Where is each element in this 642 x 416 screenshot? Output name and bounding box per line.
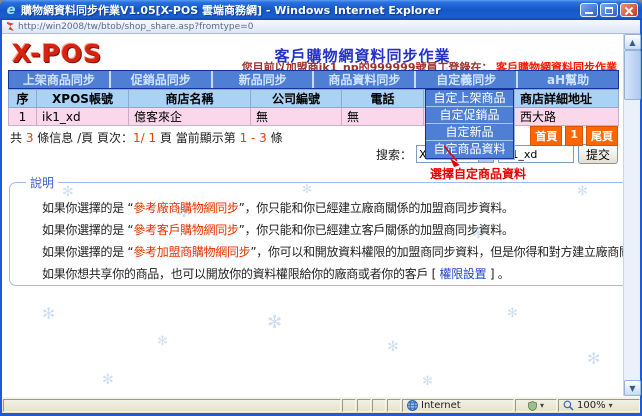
background-sparkle-icon: ✻ [102, 372, 114, 388]
background-sparkle-icon: ✻ [267, 312, 283, 333]
table-row[interactable]: 1 ik1_xd 億客來企 無 無 西大路 [8, 107, 619, 126]
cell-shop-name: 億客來企 [128, 107, 251, 126]
permission-settings-link[interactable]: 權限設置 [440, 267, 487, 281]
menu-item-listed-products-sync[interactable]: 上架商品同步 [9, 71, 111, 88]
zoom-control[interactable]: 100% ▾ [558, 399, 640, 412]
status-pane [372, 399, 386, 412]
customer-sync-term: 參考客戶購物網同步 [133, 223, 239, 237]
title-bar: e 購物網資料同步作業V1.05[X-POS 雲端商務網] - Windows … [0, 0, 642, 20]
chevron-down-icon: ▾ [539, 401, 544, 410]
first-page-button[interactable]: 首頁 [530, 126, 563, 146]
address-bar-icon [7, 22, 14, 31]
globe-icon [407, 400, 418, 411]
close-button[interactable] [620, 3, 638, 17]
background-sparkle-icon: ✻ [387, 339, 399, 355]
maximize-button[interactable] [600, 3, 618, 17]
magnifier-icon [563, 400, 574, 411]
explanation-bullet: 如果你選擇的是 “參考加盟商購物網同步”，你可以和開放資料權限的加盟商同步資料，… [42, 245, 623, 260]
dropdown-item-custom-promo[interactable]: 自定促銷品 [426, 107, 513, 124]
page-1-button[interactable]: 1 [565, 126, 583, 146]
franchisee-sync-term: 參考加盟商購物網同步 [133, 245, 251, 259]
address-bar[interactable]: http://win2008/tw/btob/shop_share.asp?fr… [2, 20, 640, 34]
cell-xpos-account: ik1_xd [36, 107, 129, 126]
vendor-sync-term: 參考廠商購物網同步 [133, 201, 239, 215]
status-pane [342, 399, 356, 412]
xpos-logo: X-POS [12, 39, 103, 68]
menu-item-custom-sync[interactable]: 自定義同步 [416, 71, 519, 88]
browser-window: e 購物網資料同步作業V1.05[X-POS 雲端商務網] - Windows … [0, 0, 642, 416]
status-pane [357, 399, 371, 412]
explanation-legend: 說明 [30, 176, 55, 190]
cell-phone: 無 [341, 107, 424, 126]
ie-logo-icon: e [6, 2, 16, 18]
zone-label: Internet [421, 400, 461, 411]
col-header-xpos-account: XPOS帳號 [36, 89, 129, 108]
background-sparkle-icon: ✻ [42, 304, 56, 323]
annotation-text: 選擇自定商品資料 [430, 167, 527, 181]
zoom-level: 100% [577, 400, 606, 411]
dropdown-item-custom-listed[interactable]: 自定上架商品 [426, 90, 513, 107]
last-page-button[interactable]: 尾頁 [586, 126, 618, 146]
explanation-bullet: 如果你選擇的是 “參考廠商購物網同步”，你只能和你已經建立廠商關係的加盟商同步資… [42, 201, 623, 216]
scrollbar-thumb[interactable] [624, 50, 641, 100]
menu-item-product-data-sync[interactable]: 商品資料同步 [314, 71, 417, 88]
col-header-phone: 電話 [341, 89, 424, 108]
scroll-up-icon[interactable]: ▲ [624, 34, 641, 50]
col-header-company-id: 公司編號 [250, 89, 342, 108]
shops-table: 序 XPOS帳號 商店名稱 公司編號 電話 商店詳細地址 1 ik1_xd 億客… [8, 89, 619, 126]
cell-index: 1 [8, 107, 37, 126]
menu-item-new-products-sync[interactable]: 新品同步 [213, 71, 315, 88]
vertical-scrollbar[interactable]: ▲ ▼ [623, 34, 641, 396]
scroll-down-icon[interactable]: ▼ [624, 380, 641, 396]
dropdown-item-custom-new[interactable]: 自定新品 [426, 124, 513, 141]
chevron-down-icon: ▾ [608, 401, 613, 410]
status-pane [387, 399, 401, 412]
shield-icon [528, 400, 537, 411]
submit-button[interactable]: 提交 [577, 144, 618, 164]
status-bar: Internet ▾ 100% ▾ [2, 396, 640, 413]
background-sparkle-icon: ✻ [422, 374, 433, 389]
cell-company-id: 無 [250, 107, 342, 126]
pagination: 首頁 1 尾頁 [530, 126, 618, 146]
minimize-button[interactable] [580, 3, 598, 17]
search-label: 搜索： [375, 147, 412, 162]
status-message-pane [3, 399, 341, 412]
col-header-index: 序 [8, 89, 37, 108]
explanation-bullet: 如果你選擇的是 “參考客戶購物網同步”，你只能和你已經建立客戶關係的加盟商同步資… [42, 223, 623, 238]
address-url: http://win2008/tw/btob/shop_share.asp?fr… [18, 21, 254, 32]
page-content: ✻ ✻ ✻ ✻ ✻ ✻ ✻ ✻ ✻ ✻ ✻ ✻ ✻ ✻ ✻ ✻ ✻ ✻ ✻ X-… [2, 34, 623, 396]
table-header-row: 序 XPOS帳號 商店名稱 公司編號 電話 商店詳細地址 [8, 89, 619, 108]
background-sparkle-icon: ✻ [587, 349, 601, 368]
record-count-info: 共 3 條信息 /頁 頁次：1/ 1 頁 當前顯示第 1 - 3 條 [10, 131, 283, 145]
security-zone-pane: Internet [402, 399, 514, 412]
sync-menu-bar: 上架商品同步 促銷品同步 新品同步 商品資料同步 自定義同步 aH幫助 [8, 70, 619, 89]
background-sparkle-icon: ✻ [157, 334, 168, 349]
background-sparkle-icon: ✻ [507, 306, 518, 321]
page-number: 1/ 1 [132, 131, 157, 145]
window-title: 購物網資料同步作業V1.05[X-POS 雲端商務網] - Windows In… [21, 4, 441, 17]
explanation-bullet: 如果你想共享你的商品，也可以開放你的資料權限給你的廠商或者你的客戶 [ 權限設置… [42, 267, 623, 282]
menu-item-promo-sync[interactable]: 促銷品同步 [111, 71, 213, 88]
col-header-shop-name: 商店名稱 [128, 89, 251, 108]
protected-mode-pane[interactable]: ▾ [515, 399, 557, 412]
menu-item-help[interactable]: aH幫助 [518, 71, 618, 88]
record-range: 1 - 3 [239, 131, 267, 145]
explanation-panel: 說明 如果你選擇的是 “參考廠商購物網同步”，你只能和你已經建立廠商關係的加盟商… [9, 174, 623, 286]
